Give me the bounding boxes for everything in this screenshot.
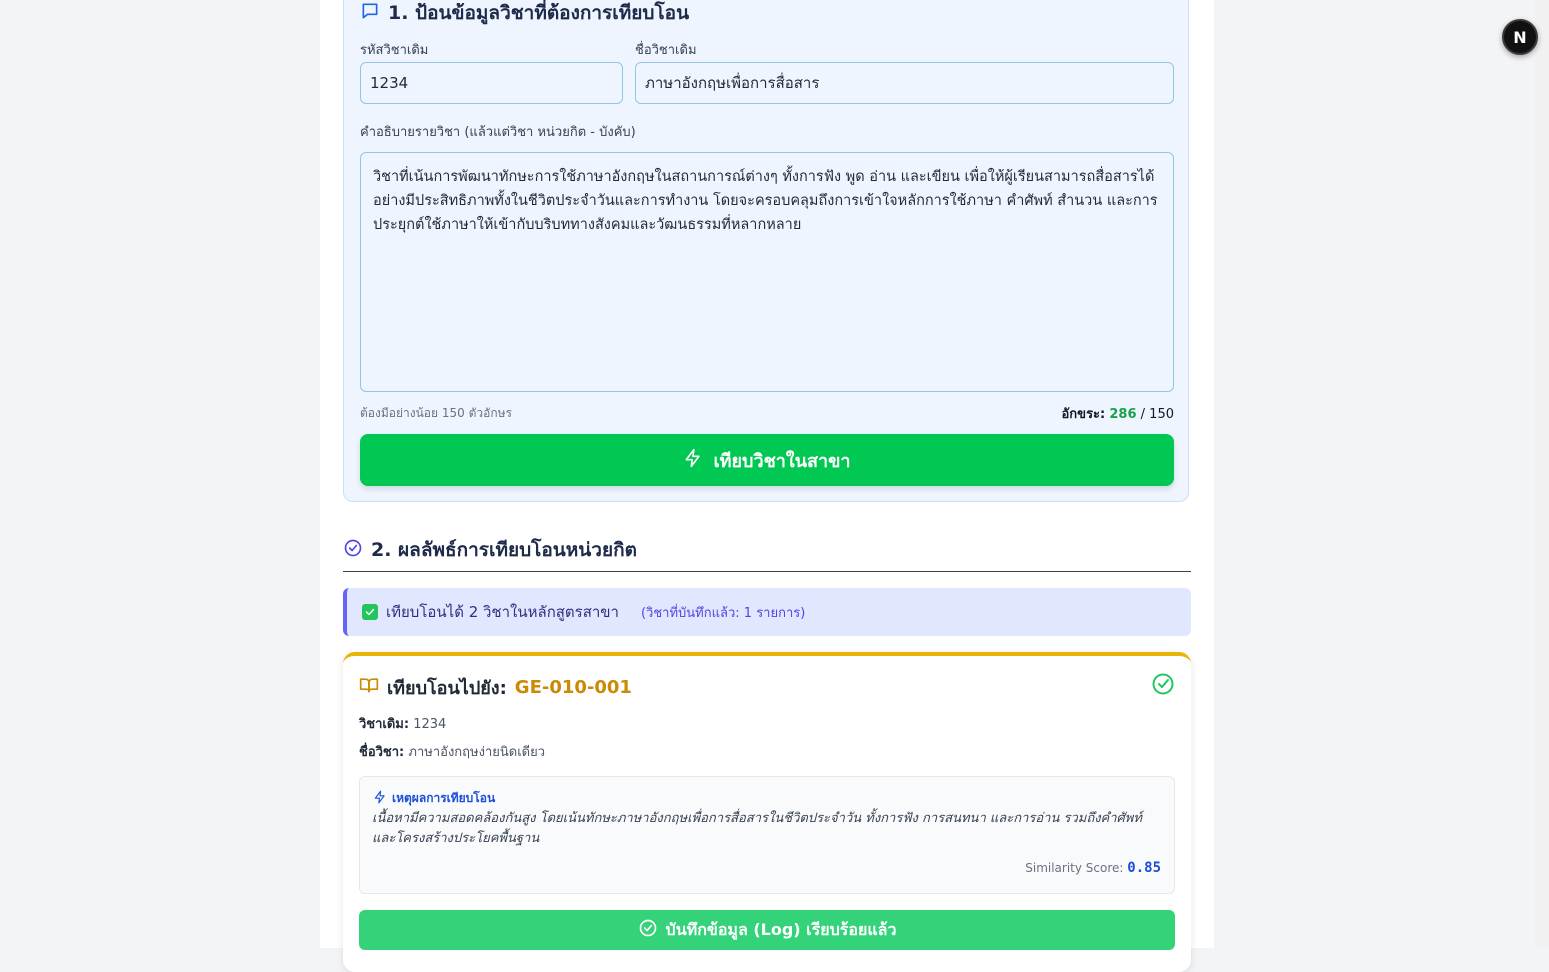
- original-course-line: วิชาเดิม: 1234: [359, 713, 446, 734]
- compare-button[interactable]: เทียบวิชาในสาขา: [360, 434, 1174, 486]
- course-name-line: ชื่อวิชา: ภาษาอังกฤษง่ายนิดเดียว: [359, 741, 545, 762]
- bolt-icon: [683, 448, 703, 473]
- summary-banner: เทียบโอนได้ 2 วิชาในหลักสูตรสาขา (วิชาที…: [343, 588, 1191, 636]
- course-name-label: ชื่อวิชา:: [359, 745, 405, 760]
- book-icon: [359, 675, 379, 700]
- result-heading: เทียบโอนไปยัง: GE-010-001: [359, 674, 632, 700]
- section-divider: [343, 571, 1191, 572]
- chat-icon: [360, 1, 380, 26]
- code-label: รหัสวิชาเดิม: [360, 43, 429, 58]
- bolt-icon: [373, 790, 387, 807]
- counter-label: อักขระ:: [1061, 407, 1106, 422]
- course-code-input[interactable]: 1234: [360, 62, 623, 104]
- char-counter: อักขระ: 286 / 150: [1062, 403, 1175, 424]
- score-label: Similarity Score:: [1025, 861, 1124, 875]
- summary-text: เทียบโอนได้ 2 วิชาในหลักสูตรสาขา: [386, 603, 619, 621]
- original-course-value: 1234: [413, 717, 447, 732]
- score-value: 0.85: [1127, 860, 1161, 876]
- target-course-code: GE-010-001: [514, 676, 632, 698]
- badge-letter: N: [1513, 27, 1527, 47]
- log-saved-button[interactable]: บันทึกข้อมูล (Log) เรียบร้อยแล้ว: [359, 910, 1175, 950]
- counter-value: 286: [1109, 407, 1137, 422]
- saved-count: (วิชาที่บันทึกแล้ว: 1 รายการ): [640, 605, 806, 621]
- original-course-label: วิชาเดิม:: [359, 717, 410, 732]
- section1-title-text: 1. ป้อนข้อมูลวิชาที่ต้องการเทียบโอน: [388, 2, 690, 24]
- reason-text: เนื้อหามีความสอดคล้องกันสูง โดยเน้นทักษะ…: [372, 811, 1142, 846]
- check-circle-icon: [343, 538, 363, 563]
- section1-title: 1. ป้อนข้อมูลวิชาที่ต้องการเทียบโอน: [360, 0, 689, 26]
- reason-title: เหตุผลการเทียบโอน: [373, 789, 495, 808]
- course-name-input[interactable]: ภาษาอังกฤษเพื่อการสื่อสาร: [635, 62, 1174, 104]
- log-button-label: บันทึกข้อมูล (Log) เรียบร้อยแล้ว: [665, 919, 897, 939]
- result-heading-prefix: เทียบโอนไปยัง:: [387, 677, 507, 699]
- counter-min: 150: [1149, 407, 1174, 422]
- reason-title-text: เหตุผลการเทียบโอน: [392, 791, 496, 805]
- description-label: คำอธิบายรายวิชา (แล้วแต่วิชา หน่วยกิต - …: [360, 125, 636, 140]
- name-label: ชื่อวิชาเดิม: [635, 43, 697, 58]
- scrollbar-track[interactable]: [1535, 0, 1549, 948]
- check-circle-icon: [1151, 672, 1175, 696]
- section2-title: 2. ผลลัพธ์การเทียบโอนหน่วยกิต: [343, 537, 637, 563]
- check-circle-icon: [638, 918, 658, 942]
- course-name-value: ภาษาอังกฤษง่ายนิดเดียว: [408, 745, 546, 760]
- description-textarea[interactable]: วิชาที่เน้นการพัฒนาทักษะการใช้ภาษาอังกฤษ…: [360, 152, 1174, 392]
- counter-separator: /: [1136, 407, 1150, 422]
- check-square-icon: [362, 604, 378, 620]
- nextjs-badge[interactable]: N: [1502, 19, 1538, 55]
- section2-title-text: 2. ผลลัพธ์การเทียบโอนหน่วยกิต: [371, 539, 637, 561]
- compare-button-label: เทียบวิชาในสาขา: [713, 450, 851, 472]
- min-length-hint: ต้องมีอย่างน้อย 150 ตัวอักษร: [360, 406, 512, 420]
- similarity-score: Similarity Score: 0.85: [1025, 860, 1161, 876]
